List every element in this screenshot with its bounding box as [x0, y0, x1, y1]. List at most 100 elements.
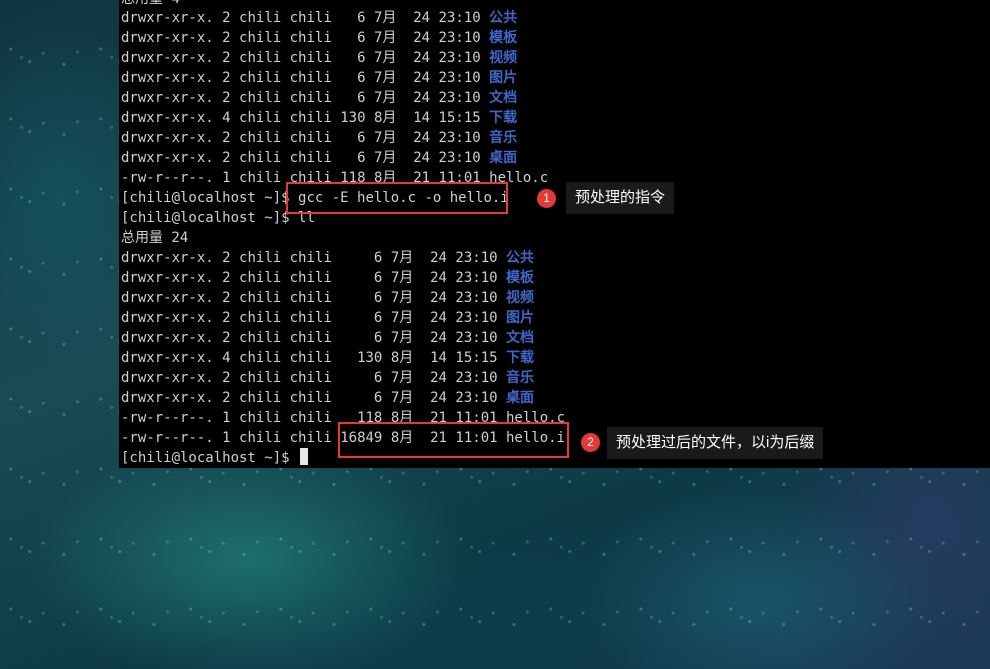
time: 15:15 — [455, 350, 498, 366]
prompt: [chili@localhost ~]$ — [121, 190, 299, 206]
owner: chili — [239, 310, 282, 326]
link-count: 2 — [222, 150, 231, 166]
annotation-callout-2: 预处理过后的文件，以i为后缀 — [607, 427, 824, 459]
day: 24 — [413, 150, 431, 166]
directory-name: 下载 — [506, 350, 534, 366]
owner: chili — [239, 150, 282, 166]
terminal-window[interactable]: 总用量 4 drwxr-xr-x. 2 chili chili 6 7月 24 … — [119, 0, 990, 468]
link-count: 2 — [222, 30, 231, 46]
directory-name: 图片 — [489, 70, 518, 86]
file-size: 6 — [340, 10, 366, 26]
directory-name: 模板 — [489, 30, 518, 46]
day: 24 — [430, 390, 447, 406]
month: 7月 — [390, 390, 414, 406]
owner: chili — [239, 390, 282, 406]
listing-row: drwxr-xr-x. 2 chili chili 6 7月 24 23:10 … — [121, 48, 517, 68]
day: 24 — [430, 290, 447, 306]
group: chili — [289, 370, 332, 386]
group: chili — [289, 330, 332, 346]
directory-name: 音乐 — [489, 130, 518, 146]
listing-row: drwxr-xr-x. 2 chili chili 6 7月 24 23:10 … — [121, 88, 517, 108]
group: chili — [289, 390, 332, 406]
directory-name: 下载 — [489, 110, 518, 126]
link-count: 4 — [222, 110, 231, 126]
group: chili — [289, 90, 332, 106]
permissions: drwxr-xr-x. — [121, 50, 214, 66]
group: chili — [289, 150, 332, 166]
owner: chili — [239, 350, 282, 366]
owner: chili — [239, 290, 282, 306]
month: 7月 — [373, 130, 397, 146]
link-count: 1 — [222, 430, 231, 446]
permissions: drwxr-xr-x. — [121, 350, 214, 366]
prompt: [chili@localhost ~]$ — [121, 450, 299, 466]
link-count: 2 — [222, 310, 231, 326]
file-size: 6 — [340, 390, 383, 406]
permissions: drwxr-xr-x. — [121, 370, 214, 386]
time: 23:10 — [455, 270, 498, 286]
listing-row: drwxr-xr-x. 4 chili chili 130 8月 14 15:1… — [121, 348, 534, 368]
permissions: drwxr-xr-x. — [121, 70, 214, 86]
listing-row: drwxr-xr-x. 2 chili chili 6 7月 24 23:10 … — [121, 368, 534, 388]
permissions: drwxr-xr-x. — [121, 270, 214, 286]
permissions: drwxr-xr-x. — [121, 310, 214, 326]
directory-name: 桌面 — [489, 150, 518, 166]
terminal-line-prompt[interactable]: [chili@localhost ~]$ — [121, 448, 309, 468]
directory-name: 音乐 — [506, 370, 534, 386]
listing-row: drwxr-xr-x. 2 chili chili 6 7月 24 23:10 … — [121, 248, 534, 268]
file-size: 6 — [340, 90, 366, 106]
permissions: drwxr-xr-x. — [121, 10, 214, 26]
day: 24 — [430, 250, 447, 266]
owner: chili — [239, 110, 282, 126]
permissions: drwxr-xr-x. — [121, 250, 214, 266]
listing-row: drwxr-xr-x. 2 chili chili 6 7月 24 23:10 … — [121, 8, 517, 28]
listing-row: drwxr-xr-x. 2 chili chili 6 7月 24 23:10 … — [121, 308, 534, 328]
day: 24 — [413, 70, 431, 86]
time: 23:10 — [438, 30, 481, 46]
directory-name: 图片 — [506, 310, 534, 326]
terminal-line-total-2: 总用量 24 — [121, 230, 189, 246]
link-count: 4 — [222, 350, 231, 366]
group: chili — [289, 10, 332, 26]
month: 7月 — [373, 30, 397, 46]
group: chili — [289, 70, 332, 86]
day: 14 — [413, 110, 431, 126]
owner: chili — [239, 70, 282, 86]
file-size: 6 — [340, 150, 366, 166]
file-size: 6 — [340, 330, 383, 346]
listing-row: drwxr-xr-x. 2 chili chili 6 7月 24 23:10 … — [121, 268, 534, 288]
file-size: 6 — [340, 30, 366, 46]
link-count: 2 — [222, 290, 231, 306]
file-size: 130 — [340, 110, 366, 126]
day: 24 — [413, 50, 431, 66]
link-count: 2 — [222, 10, 231, 26]
day: 24 — [430, 270, 447, 286]
listing-row: drwxr-xr-x. 2 chili chili 6 7月 24 23:10 … — [121, 148, 517, 168]
file-size: 6 — [340, 50, 366, 66]
day: 24 — [413, 130, 431, 146]
directory-name: 模板 — [506, 270, 534, 286]
day: 24 — [430, 310, 447, 326]
time: 23:10 — [438, 150, 481, 166]
text-cursor — [300, 448, 309, 465]
time: 23:10 — [438, 10, 481, 26]
month: 7月 — [390, 330, 414, 346]
permissions: drwxr-xr-x. — [121, 150, 214, 166]
listing-row: drwxr-xr-x. 2 chili chili 6 7月 24 23:10 … — [121, 68, 517, 88]
owner: chili — [239, 30, 282, 46]
month: 8月 — [390, 350, 414, 366]
permissions: drwxr-xr-x. — [121, 290, 214, 306]
link-count: 2 — [222, 50, 231, 66]
day: 24 — [413, 90, 431, 106]
link-count: 2 — [222, 130, 231, 146]
day: 24 — [413, 10, 431, 26]
listing-row: drwxr-xr-x. 2 chili chili 6 7月 24 23:10 … — [121, 328, 534, 348]
owner: chili — [239, 90, 282, 106]
highlight-box-output-file — [338, 422, 569, 458]
time: 23:10 — [438, 70, 481, 86]
time: 15:15 — [438, 110, 481, 126]
day: 14 — [430, 350, 447, 366]
link-count: 2 — [222, 250, 231, 266]
listing-row: drwxr-xr-x. 2 chili chili 6 7月 24 23:10 … — [121, 388, 534, 408]
group: chili — [289, 50, 332, 66]
